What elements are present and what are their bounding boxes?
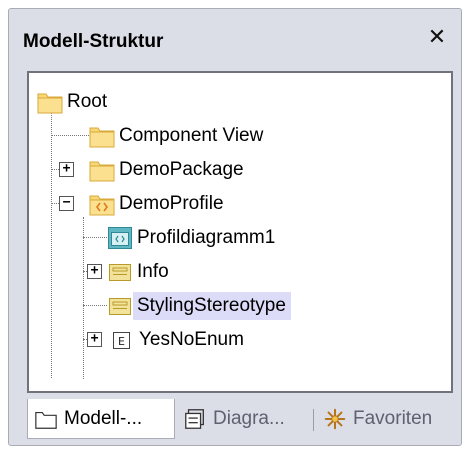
tab-favorites[interactable]: Favoriten <box>323 399 432 439</box>
profile-package-icon <box>89 195 115 216</box>
diagram-tree-icon <box>185 409 204 429</box>
tree-node-label: YesNoEnum <box>139 329 244 350</box>
tree-node-label: Root <box>67 91 108 112</box>
expand-toggle-demopackage[interactable]: + <box>59 162 74 177</box>
enum-glyph: E <box>118 335 125 348</box>
tree-node-demoprofile[interactable]: DemoProfile <box>89 189 229 219</box>
tree-node-label: DemoProfile <box>119 193 224 214</box>
tree-node-info[interactable]: Info <box>107 257 174 287</box>
panel-titlebar: Modell-Struktur ✕ <box>9 9 461 69</box>
tab-label: Diagra... <box>213 408 285 429</box>
expand-toggle-yesnoenum[interactable]: + <box>87 332 102 347</box>
folder-icon <box>35 411 57 429</box>
tree-connector <box>51 135 89 136</box>
favorites-star-icon <box>324 408 346 430</box>
tree-connector <box>83 237 107 238</box>
enumeration-icon: E <box>113 332 130 349</box>
close-icon[interactable]: ✕ <box>425 26 449 50</box>
tree-node-demopackage[interactable]: DemoPackage <box>89 155 249 185</box>
tab-label: Favoriten <box>353 408 433 429</box>
tab-diagram-tree[interactable]: Diagra... <box>183 399 285 439</box>
collapse-toggle-demoprofile[interactable]: − <box>59 196 74 211</box>
tab-separator <box>313 409 314 431</box>
panel-title: Modell-Struktur <box>23 31 164 52</box>
folder-icon <box>37 93 63 114</box>
tab-label: Modell-... <box>64 407 143 429</box>
model-tree-panel: Modell-Struktur ✕ + − + + Root Component… <box>8 8 462 446</box>
tree-node-yesnoenum[interactable]: E YesNoEnum <box>109 325 249 355</box>
tree-node-label: Profildiagramm1 <box>137 227 276 248</box>
tree-connector <box>83 305 107 306</box>
tree-node-profildiagramm1[interactable]: Profildiagramm1 <box>107 223 280 253</box>
tree-node-label: Component View <box>119 125 264 146</box>
stereotype-icon <box>109 264 131 281</box>
tree-node-label: StylingStereotype <box>133 292 291 320</box>
tab-model-tree[interactable]: Modell-... <box>27 399 175 439</box>
folder-icon <box>89 161 115 182</box>
tree-connector <box>51 105 52 378</box>
tree-node-label: Info <box>137 261 169 282</box>
tree-node-root[interactable]: Root <box>37 87 112 117</box>
tree-node-stylingstereotype[interactable]: StylingStereotype <box>107 291 291 321</box>
tree-node-component-view[interactable]: Component View <box>89 121 268 151</box>
tree-node-label: DemoPackage <box>119 159 244 180</box>
stereotype-icon <box>109 298 131 315</box>
profile-diagram-icon <box>108 227 132 249</box>
model-tree[interactable]: + − + + Root Component View DemoPackage … <box>27 71 453 393</box>
expand-toggle-info[interactable]: + <box>87 264 102 279</box>
tree-connector <box>83 217 84 379</box>
folder-icon <box>89 127 115 148</box>
panel-tab-bar: Modell-... Diagra... Favoriten <box>27 399 453 441</box>
